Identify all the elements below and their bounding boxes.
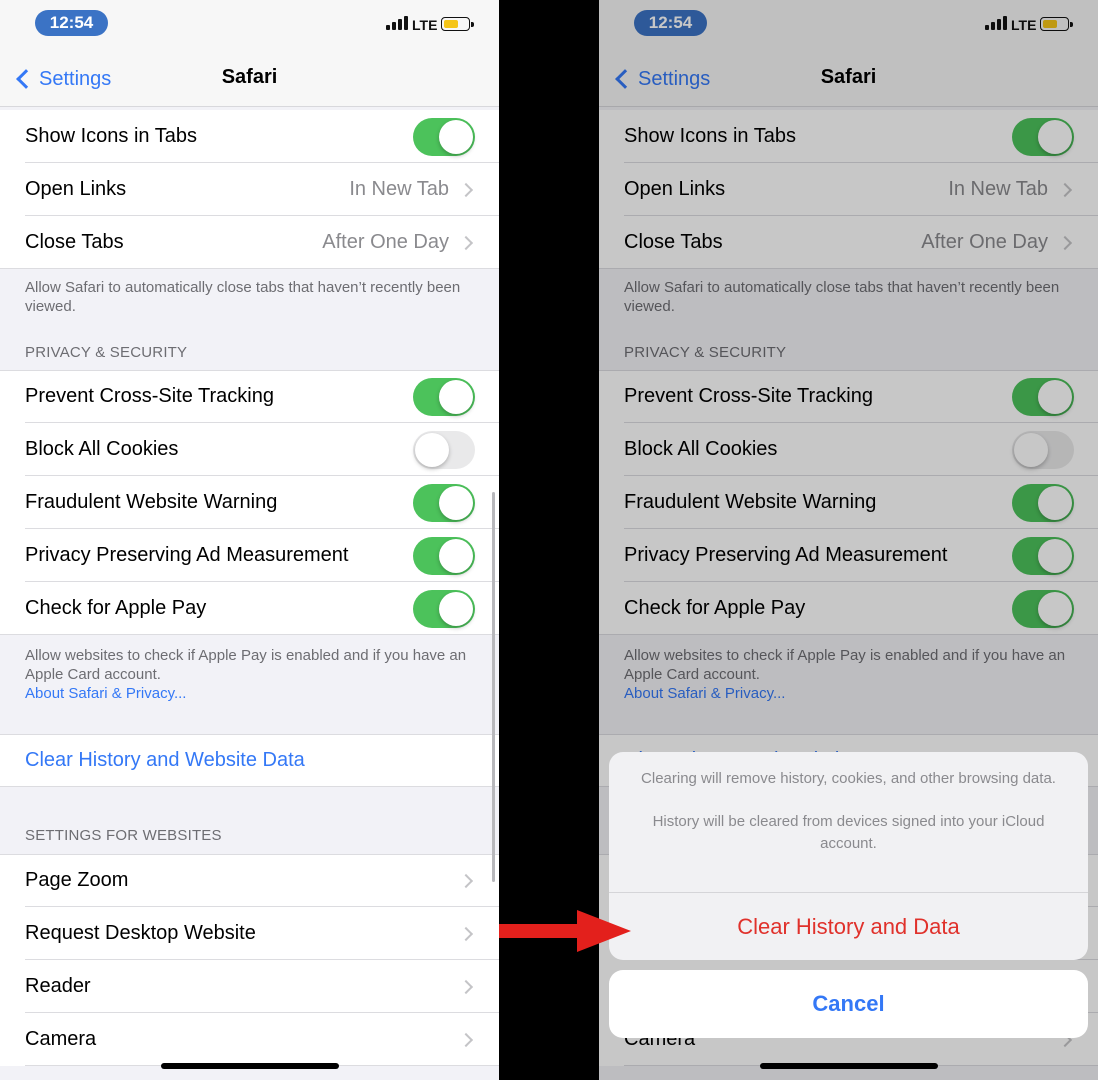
action-sheet-message-2: History will be cleared from devices sig… [652, 813, 1045, 852]
clear-history-row[interactable]: Clear History and Website Data [0, 734, 499, 787]
website-setting-row[interactable]: Camera [0, 1013, 499, 1066]
clear-history-data-button[interactable]: Clear History and Data [609, 892, 1088, 960]
chevron-right-icon [458, 979, 474, 994]
clear-history-label: Clear History and Website Data [25, 749, 305, 771]
privacy-row: Fraudulent Website Warning [0, 476, 499, 529]
close-tabs-label: Close Tabs [25, 231, 124, 253]
show-icons-toggle[interactable] [413, 117, 475, 156]
scrollbar[interactable] [492, 492, 495, 882]
privacy-row-label: Check for Apple Pay [25, 597, 207, 619]
website-setting-label: Request Desktop Website [25, 922, 256, 944]
page-title: Safari [221, 66, 278, 88]
website-setting-label: Camera [25, 1028, 97, 1050]
website-setting-row[interactable]: Request Desktop Website [0, 907, 499, 960]
website-setting-label: Reader [25, 975, 91, 997]
red-arrow-icon [499, 910, 631, 952]
privacy-row-label: Prevent Cross-Site Tracking [25, 385, 274, 407]
chevron-right-icon [458, 182, 474, 197]
privacy-row: Prevent Cross-Site Tracking [0, 370, 499, 423]
open-links-label: Open Links [25, 178, 127, 200]
chevron-right-icon [458, 235, 474, 250]
show-icons-label: Show Icons in Tabs [25, 125, 197, 147]
close-tabs-value: After One Day [322, 231, 449, 253]
safari-settings-screen: 12:54 LTE Settings Safari Show Icons in … [0, 0, 499, 1080]
website-setting-row[interactable]: Reader [0, 960, 499, 1013]
websites-section-header: SETTINGS FOR WEBSITES [25, 827, 222, 844]
battery-icon [441, 17, 474, 31]
apple-pay-toggle[interactable] [413, 589, 475, 628]
privacy-footer-text: Allow websites to check if Apple Pay is … [25, 647, 467, 683]
website-setting-label: Page Zoom [25, 869, 129, 891]
chevron-right-icon [458, 1032, 474, 1047]
close-tabs-footer: Allow Safari to automatically close tabs… [25, 279, 461, 315]
action-sheet-message: Clearing will remove history, cookies, a… [609, 752, 1088, 855]
website-setting-row[interactable]: Page Zoom [0, 854, 499, 907]
privacy-row: Check for Apple Pay [0, 582, 499, 635]
navigation-bar: Settings Safari [0, 50, 499, 107]
action-sheet-message-1: Clearing will remove history, cookies, a… [641, 770, 1056, 787]
chevron-right-icon [458, 926, 474, 941]
privacy-row-label: Fraudulent Website Warning [25, 491, 278, 513]
chevron-right-icon [458, 873, 474, 888]
status-bar: 12:54 LTE [0, 0, 499, 50]
open-links-row[interactable]: Open Links In New Tab [0, 163, 499, 216]
action-sheet: Clearing will remove history, cookies, a… [609, 752, 1088, 960]
privacy-section-header: PRIVACY & SECURITY [25, 344, 188, 361]
fraudulent-warning-toggle[interactable] [413, 483, 475, 522]
privacy-row-label: Block All Cookies [25, 438, 179, 460]
about-privacy-link[interactable]: About Safari & Privacy... [25, 684, 480, 703]
privacy-row: Block All Cookies [0, 423, 499, 476]
privacy-row: Privacy Preserving Ad Measurement [0, 529, 499, 582]
network-label: LTE [412, 17, 438, 33]
show-icons-row: Show Icons in Tabs [0, 110, 499, 163]
signal-icon [386, 16, 408, 30]
cancel-button[interactable]: Cancel [609, 970, 1088, 1038]
ad-measurement-toggle[interactable] [413, 536, 475, 575]
home-indicator[interactable] [161, 1063, 339, 1069]
cross-site-tracking-toggle[interactable] [413, 377, 475, 416]
privacy-row-label: Privacy Preserving Ad Measurement [25, 544, 349, 566]
status-time: 12:54 [35, 10, 108, 36]
close-tabs-row[interactable]: Close Tabs After One Day [0, 216, 499, 269]
safari-settings-screen-with-sheet: 12:54 LTE Settings Safari Show Icons in … [599, 0, 1098, 1080]
privacy-footer: Allow websites to check if Apple Pay is … [25, 646, 480, 703]
home-indicator[interactable] [760, 1063, 938, 1069]
block-cookies-toggle[interactable] [413, 430, 475, 469]
open-links-value: In New Tab [349, 178, 449, 200]
